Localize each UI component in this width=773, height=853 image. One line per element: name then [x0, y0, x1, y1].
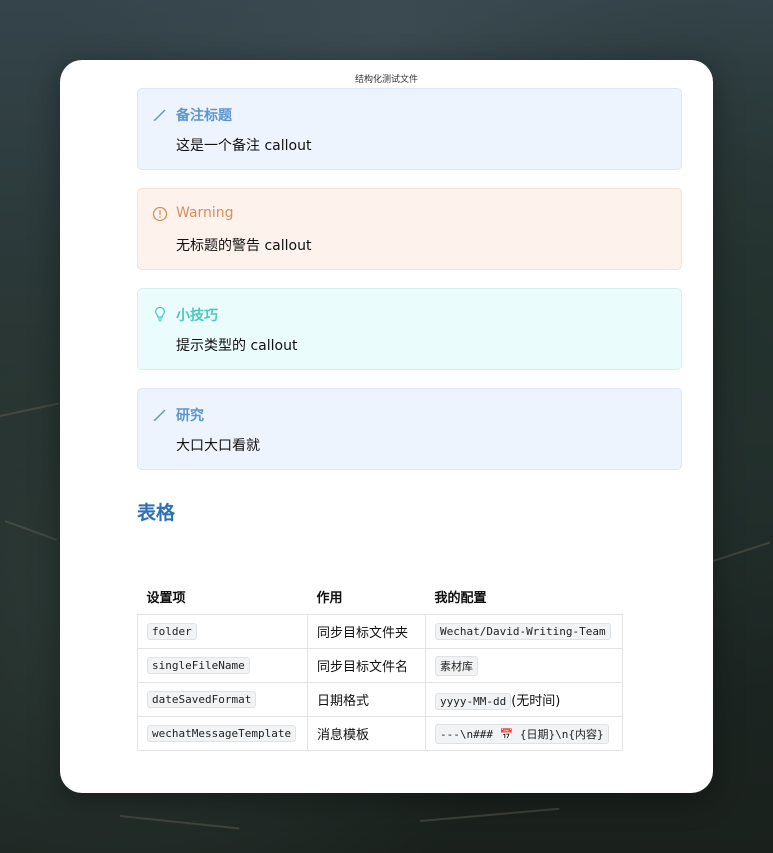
callout-title: 小技巧	[176, 308, 218, 324]
document-title: 结构化测试文件	[354, 75, 418, 85]
settings-table: 设置项 作用 我的配置 folder 同步目标文件夹 Wechat/David-…	[137, 578, 623, 751]
table-row: dateSavedFormat 日期格式 yyyy-MM-dd (无时间)	[137, 682, 623, 717]
table-cell: singleFileName	[137, 648, 308, 683]
table-cell: 同步目标文件夹	[307, 614, 426, 649]
setting-key: singleFileName	[147, 657, 250, 674]
table-header-row: 设置项 作用 我的配置	[138, 578, 623, 615]
setting-value: Wechat/David-Writing-Team	[435, 623, 611, 640]
callout-body: 这是一个备注 callout	[176, 138, 312, 154]
callout-tip: 小技巧 提示类型的 callout	[137, 288, 682, 370]
callout-note: 研究 大口大口看就	[137, 388, 682, 470]
callout-warning: Warning 无标题的警告 callout	[137, 188, 682, 270]
callout-note: 备注标题 这是一个备注 callout	[137, 88, 682, 170]
column-header: 作用	[316, 590, 343, 606]
setting-value: yyyy-MM-dd	[435, 692, 512, 710]
background-branch	[119, 815, 240, 830]
section-heading: 表格	[137, 502, 176, 524]
table-cell: wechatMessageTemplate	[137, 716, 308, 751]
table-cell: 消息模板	[307, 716, 426, 751]
background-branch	[712, 541, 771, 562]
column-header: 我的配置	[434, 590, 487, 606]
pencil-icon	[153, 409, 166, 421]
lightbulb-icon	[154, 306, 166, 322]
callout-body: 无标题的警告 callout	[176, 238, 312, 254]
setting-key: folder	[147, 623, 197, 640]
setting-key: dateSavedFormat	[147, 691, 257, 708]
table-cell: 日期格式	[307, 682, 426, 717]
setting-value: 素材库	[435, 655, 478, 676]
setting-value-note: (无时间)	[511, 693, 561, 709]
table-row: folder 同步目标文件夹 Wechat/David-Writing-Team	[137, 614, 623, 649]
table-cell: dateSavedFormat	[137, 682, 308, 717]
table-row: wechatMessageTemplate 消息模板 ---\n### 📅 {日…	[137, 716, 623, 751]
background-branch	[0, 402, 59, 417]
table-cell: yyyy-MM-dd (无时间)	[425, 682, 623, 717]
background-branch	[4, 520, 58, 541]
setting-key: wechatMessageTemplate	[147, 725, 297, 742]
alert-circle-icon	[152, 206, 168, 222]
callout-body: 提示类型的 callout	[176, 338, 298, 354]
callout-title: 备注标题	[176, 108, 232, 124]
table-cell: folder	[137, 614, 308, 649]
table-cell: 素材库	[425, 648, 623, 683]
column-header: 设置项	[146, 590, 186, 606]
document-window: 结构化测试文件 备注标题 这是一个备注 callout Warning 无标题的…	[60, 60, 713, 793]
callout-title: 研究	[176, 408, 204, 424]
table-cell: ---\n### 📅 {日期}\n{内容}	[425, 716, 623, 751]
callout-body: 大口大口看就	[176, 438, 260, 454]
setting-value: ---\n### 📅 {日期}\n{内容}	[435, 723, 609, 744]
pencil-icon	[153, 109, 166, 121]
background-branch	[419, 807, 560, 822]
table-cell: 同步目标文件名	[307, 648, 426, 683]
callout-title: Warning	[176, 205, 234, 221]
table-row: singleFileName 同步目标文件名 素材库	[137, 648, 623, 683]
table-cell: Wechat/David-Writing-Team	[425, 614, 623, 649]
